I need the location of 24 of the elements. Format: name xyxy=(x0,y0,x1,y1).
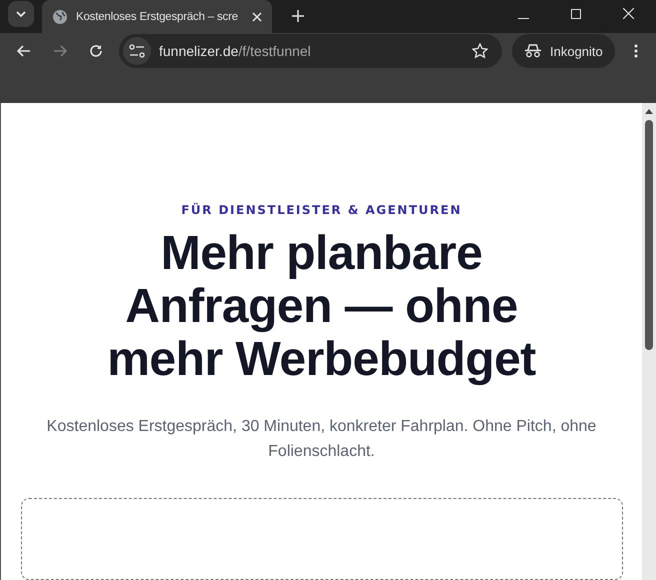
close-tab-icon[interactable] xyxy=(252,12,262,22)
scrollbar-thumb[interactable] xyxy=(645,120,653,350)
forward-icon[interactable] xyxy=(53,45,67,57)
site-settings-icon[interactable] xyxy=(123,37,151,65)
scrollbar[interactable] xyxy=(642,103,656,580)
incognito-button[interactable]: Inkognito xyxy=(512,34,615,68)
url-text: funnelizer.de/f/testfunnel xyxy=(159,43,312,59)
incognito-icon xyxy=(524,44,542,58)
menu-icon[interactable] xyxy=(634,44,638,58)
back-icon[interactable] xyxy=(17,45,31,57)
globe-icon xyxy=(52,8,68,24)
close-icon[interactable] xyxy=(623,8,634,19)
tab-search-button[interactable] xyxy=(8,1,34,27)
star-icon[interactable] xyxy=(472,43,488,59)
eyebrow-text: FÜR DIENSTLEISTER & AGENTUREN xyxy=(181,203,462,217)
headline: Mehr planbare Anfragen — ohne mehr Werbebudget xyxy=(106,227,537,386)
tab-title: Kostenloses Erstgespräch – scre xyxy=(76,10,239,22)
new-tab-icon[interactable] xyxy=(292,10,304,22)
address-bar[interactable]: funnelizer.de/f/testfunnel xyxy=(119,34,502,68)
scroll-up-icon[interactable] xyxy=(645,109,653,114)
subtitle-text: Kostenloses Erstgespräch, 30 Minuten, konkreter Fahrplan. Ohne Pitch, ohne Folienschlacht. xyxy=(46,417,598,462)
maximize-icon[interactable] xyxy=(571,9,581,19)
reload-icon[interactable] xyxy=(89,44,103,58)
browser-tab[interactable]: Kostenloses Erstgespräch – scre xyxy=(42,0,272,33)
